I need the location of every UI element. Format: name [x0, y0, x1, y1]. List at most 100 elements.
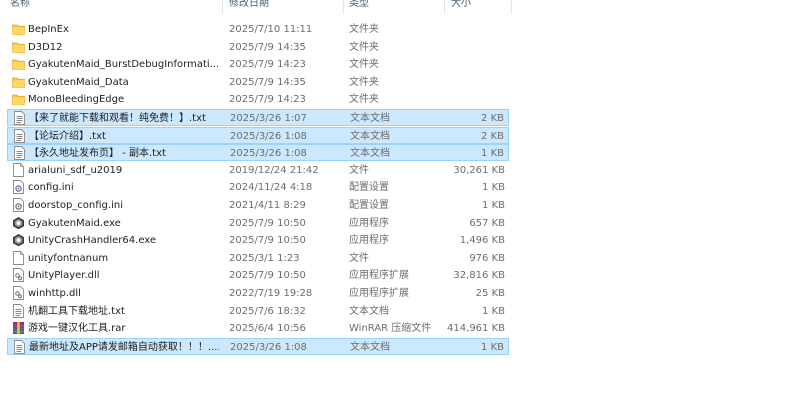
column-divider[interactable]	[343, 0, 344, 14]
file-type: 文件夹	[349, 76, 379, 88]
blank-file-icon	[12, 250, 25, 265]
file-row[interactable]: 最新地址及APP请发邮箱自动获取！！！.... 2025/3/26 1:08 文本文…	[7, 337, 509, 355]
file-name: doorstop_config.ini	[28, 200, 123, 211]
file-modified-date: 2024/11/24 4:18	[229, 182, 313, 194]
file-type: 文件夹	[349, 24, 379, 35]
file-size: 657 KB	[469, 217, 505, 229]
file-type: 配置设置	[349, 182, 389, 194]
column-divider[interactable]	[444, 0, 445, 14]
column-header-type[interactable]: 类型	[349, 0, 369, 12]
file-size: 1 KB	[482, 182, 505, 194]
file-modified-date: 2025/7/6 18:32	[229, 305, 306, 317]
file-type: 文件夹	[349, 59, 379, 71]
file-name: BepInEx	[28, 24, 69, 35]
column-divider[interactable]	[222, 0, 223, 14]
file-size: 2 KB	[481, 130, 504, 142]
file-name: arialuni_sdf_u2019	[28, 164, 123, 176]
file-modified-date: 2025/7/9 10:50	[229, 235, 306, 247]
file-size: 32,816 KB	[453, 270, 505, 282]
file-name: unityfontnanum	[28, 252, 109, 264]
file-type: 文件	[349, 164, 369, 176]
file-type: 文件	[349, 252, 369, 264]
config-file-icon	[12, 180, 25, 195]
file-size: 1 KB	[481, 341, 504, 353]
file-row[interactable]: doorstop_config.ini 2021/4/11 8:29 配置设置 1 K…	[7, 197, 509, 214]
file-type: 配置设置	[349, 200, 389, 211]
text-file-icon	[12, 303, 25, 318]
file-row[interactable]: GyakutenMaid_BurstDebugInformati... 2025/…	[7, 56, 509, 73]
folder-icon	[12, 22, 25, 36]
file-row[interactable]: unityfontnanum 2025/3/1 1:23 文件 976 KB	[7, 250, 509, 267]
file-row[interactable]: UnityCrashHandler64.exe 2025/7/9 10:50 应用程…	[7, 232, 509, 249]
column-header-size[interactable]: 大小	[451, 0, 471, 12]
file-name: 【永久地址发布页】 - 副本.txt	[29, 148, 166, 160]
file-modified-date: 2025/7/9 14:35	[229, 41, 306, 53]
column-header-date[interactable]: 修改日期	[229, 0, 269, 12]
file-size: 1 KB	[481, 148, 504, 160]
file-name: GyakutenMaid_Data	[28, 76, 129, 88]
text-file-icon	[13, 128, 26, 143]
file-row[interactable]: 游戏一键汉化工具.rar 2025/6/4 10:56 WinRAR 压缩文件 414…	[7, 320, 509, 337]
text-file-icon	[13, 111, 26, 125]
file-name: 机翻工具下载地址.txt	[28, 305, 125, 317]
column-header-name[interactable]: 名称	[10, 0, 30, 12]
dll-file-icon	[12, 268, 25, 283]
file-size: 1 KB	[482, 200, 505, 211]
file-name: UnityCrashHandler64.exe	[28, 235, 157, 247]
file-modified-date: 2025/6/4 10:56	[229, 323, 306, 335]
file-type: 文件夹	[349, 94, 379, 106]
text-file-icon	[13, 339, 26, 354]
file-modified-date: 2022/7/19 19:28	[229, 288, 313, 299]
file-row[interactable]: config.ini 2024/11/24 4:18 配置设置 1 KB	[7, 179, 509, 196]
folder-icon	[12, 75, 25, 89]
file-row[interactable]: winhttp.dll 2022/7/19 19:28 应用程序扩展 25 KB	[7, 285, 509, 302]
file-name: UnityPlayer.dll	[28, 270, 100, 282]
file-row[interactable]: arialuni_sdf_u2019 2019/12/24 21:42 文件 30,2…	[7, 162, 509, 179]
file-modified-date: 2019/12/24 21:42	[229, 164, 319, 176]
file-type: WinRAR 压缩文件	[349, 323, 432, 335]
file-modified-date: 2021/4/11 8:29	[229, 200, 306, 211]
file-modified-date: 2025/3/26 1:08	[230, 130, 307, 142]
text-file-icon	[13, 146, 26, 161]
winrar-archive-icon	[12, 321, 25, 335]
file-type: 文本文档	[350, 113, 390, 124]
file-row[interactable]: GyakutenMaid.exe 2025/7/9 10:50 应用程序 657 KB	[7, 215, 509, 232]
file-row[interactable]: 【永久地址发布页】 - 副本.txt 2025/3/26 1:08 文本文档 1 KB	[7, 144, 509, 162]
file-modified-date: 2025/7/9 10:50	[229, 270, 306, 282]
file-size: 30,261 KB	[453, 164, 505, 176]
file-row[interactable]: 【来了就能下载和观看！纯免费！】.txt 2025/3/26 1:07 文本文档 2 …	[7, 109, 509, 126]
file-size: 414,961 KB	[447, 323, 505, 335]
file-row[interactable]: GyakutenMaid_Data 2025/7/9 14:35 文件夹	[7, 74, 509, 91]
file-size: 2 KB	[481, 113, 504, 124]
file-row[interactable]: UnityPlayer.dll 2025/7/9 10:50 应用程序扩展 32,81…	[7, 267, 509, 284]
file-modified-date: 2025/3/26 1:08	[230, 341, 307, 353]
file-type: 文本文档	[350, 148, 390, 160]
file-row[interactable]: BepInEx 2025/7/10 11:11 文件夹	[7, 21, 509, 38]
column-divider[interactable]	[511, 0, 512, 14]
file-modified-date: 2025/7/9 14:23	[229, 94, 306, 106]
file-name: 最新地址及APP请发邮箱自动获取！！！....	[29, 341, 219, 353]
file-row[interactable]: 机翻工具下载地址.txt 2025/7/6 18:32 文本文档 1 KB	[7, 303, 509, 320]
file-row[interactable]: D3D12 2025/7/9 14:35 文件夹	[7, 39, 509, 56]
file-size: 25 KB	[475, 288, 505, 299]
file-modified-date: 2025/3/26 1:08	[230, 148, 307, 160]
folder-icon	[12, 40, 25, 54]
file-name: 【来了就能下载和观看！纯免费！】.txt	[29, 113, 206, 124]
file-name: MonoBleedingEdge	[28, 94, 125, 106]
config-file-icon	[12, 198, 25, 212]
file-type: 应用程序	[349, 235, 389, 247]
file-type: 文本文档	[350, 341, 390, 353]
file-type: 应用程序	[349, 217, 389, 229]
file-name: D3D12	[28, 41, 63, 53]
dll-file-icon	[12, 286, 25, 300]
file-row[interactable]: 【论坛介绍】.txt 2025/3/26 1:08 文本文档 2 KB	[7, 126, 509, 144]
file-name: 【论坛介绍】.txt	[29, 130, 106, 142]
file-modified-date: 2025/7/10 11:11	[229, 24, 313, 35]
file-type: 文本文档	[350, 130, 390, 142]
file-modified-date: 2025/7/9 10:50	[229, 217, 306, 229]
file-row[interactable]: MonoBleedingEdge 2025/7/9 14:23 文件夹	[7, 91, 509, 108]
unity-app-icon	[12, 233, 25, 247]
file-type: 应用程序扩展	[349, 288, 409, 299]
file-name: config.ini	[28, 182, 74, 194]
file-type: 文本文档	[349, 305, 389, 317]
